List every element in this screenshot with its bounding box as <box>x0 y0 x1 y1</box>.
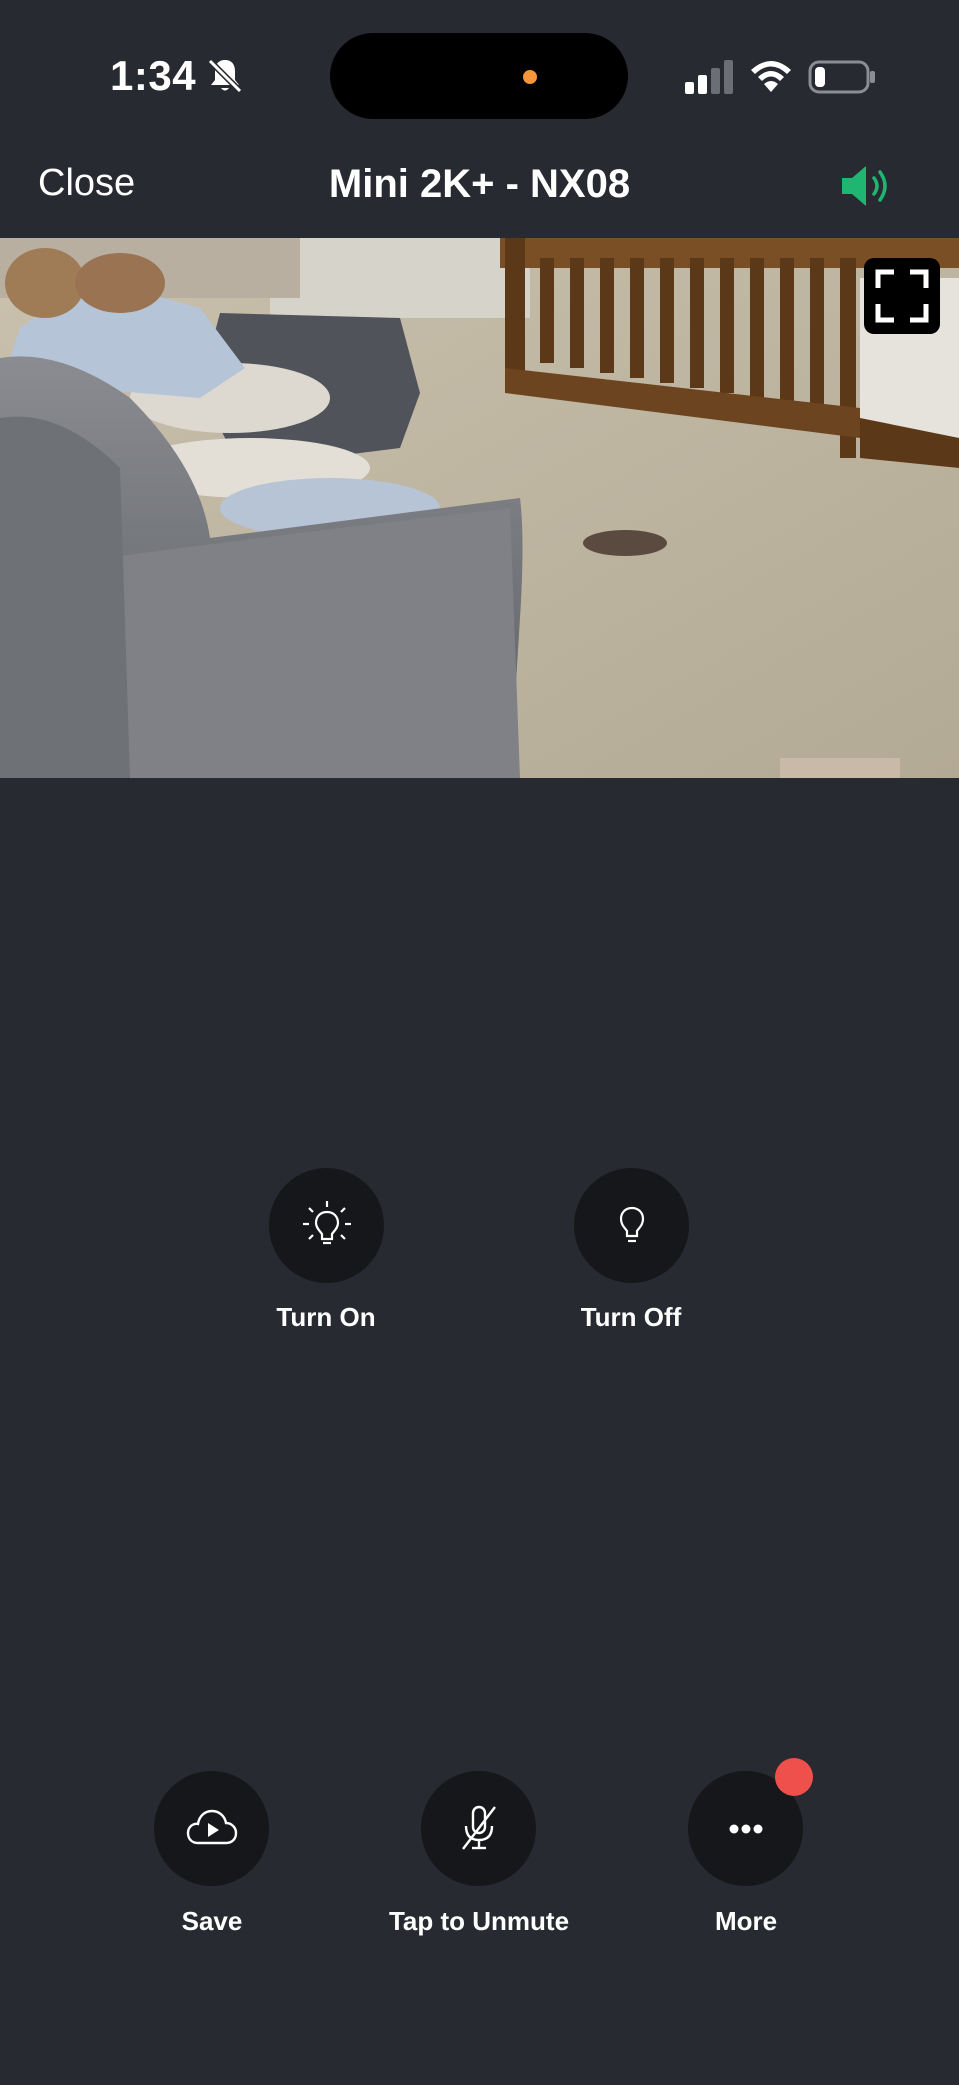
turn-off-label: Turn Off <box>580 1302 682 1332</box>
silent-bell-icon <box>207 58 243 94</box>
unmute-button[interactable] <box>421 1771 536 1886</box>
save-button[interactable] <box>154 1771 269 1886</box>
dynamic-island <box>330 33 628 119</box>
cloud-play-icon <box>186 1809 237 1844</box>
turn-off-light-button[interactable] <box>574 1168 689 1283</box>
wifi-icon <box>751 61 791 92</box>
fullscreen-button[interactable] <box>864 258 940 334</box>
unmute-label: Tap to Unmute <box>388 1906 570 1936</box>
page-title: Mini 2K+ - NX08 <box>328 162 631 206</box>
privacy-indicator-dot <box>523 70 537 84</box>
camera-video-feed[interactable] <box>0 238 959 778</box>
save-label: Save <box>181 1906 243 1936</box>
bulb-off-icon <box>619 1206 644 1242</box>
turn-on-light-button[interactable] <box>269 1168 384 1283</box>
status-time: 1:34 <box>110 52 197 99</box>
speaker-icon[interactable] <box>838 160 896 212</box>
more-dots-icon <box>729 1824 762 1833</box>
room-scene-image <box>0 238 959 778</box>
mic-muted-icon <box>461 1805 496 1850</box>
cellular-signal-icon <box>685 60 733 94</box>
fullscreen-icon <box>875 269 929 323</box>
battery-icon <box>808 60 875 94</box>
more-label: More <box>714 1906 778 1936</box>
bulb-on-icon <box>302 1200 351 1244</box>
notification-badge <box>775 1758 813 1796</box>
turn-on-label: Turn On <box>276 1302 376 1332</box>
